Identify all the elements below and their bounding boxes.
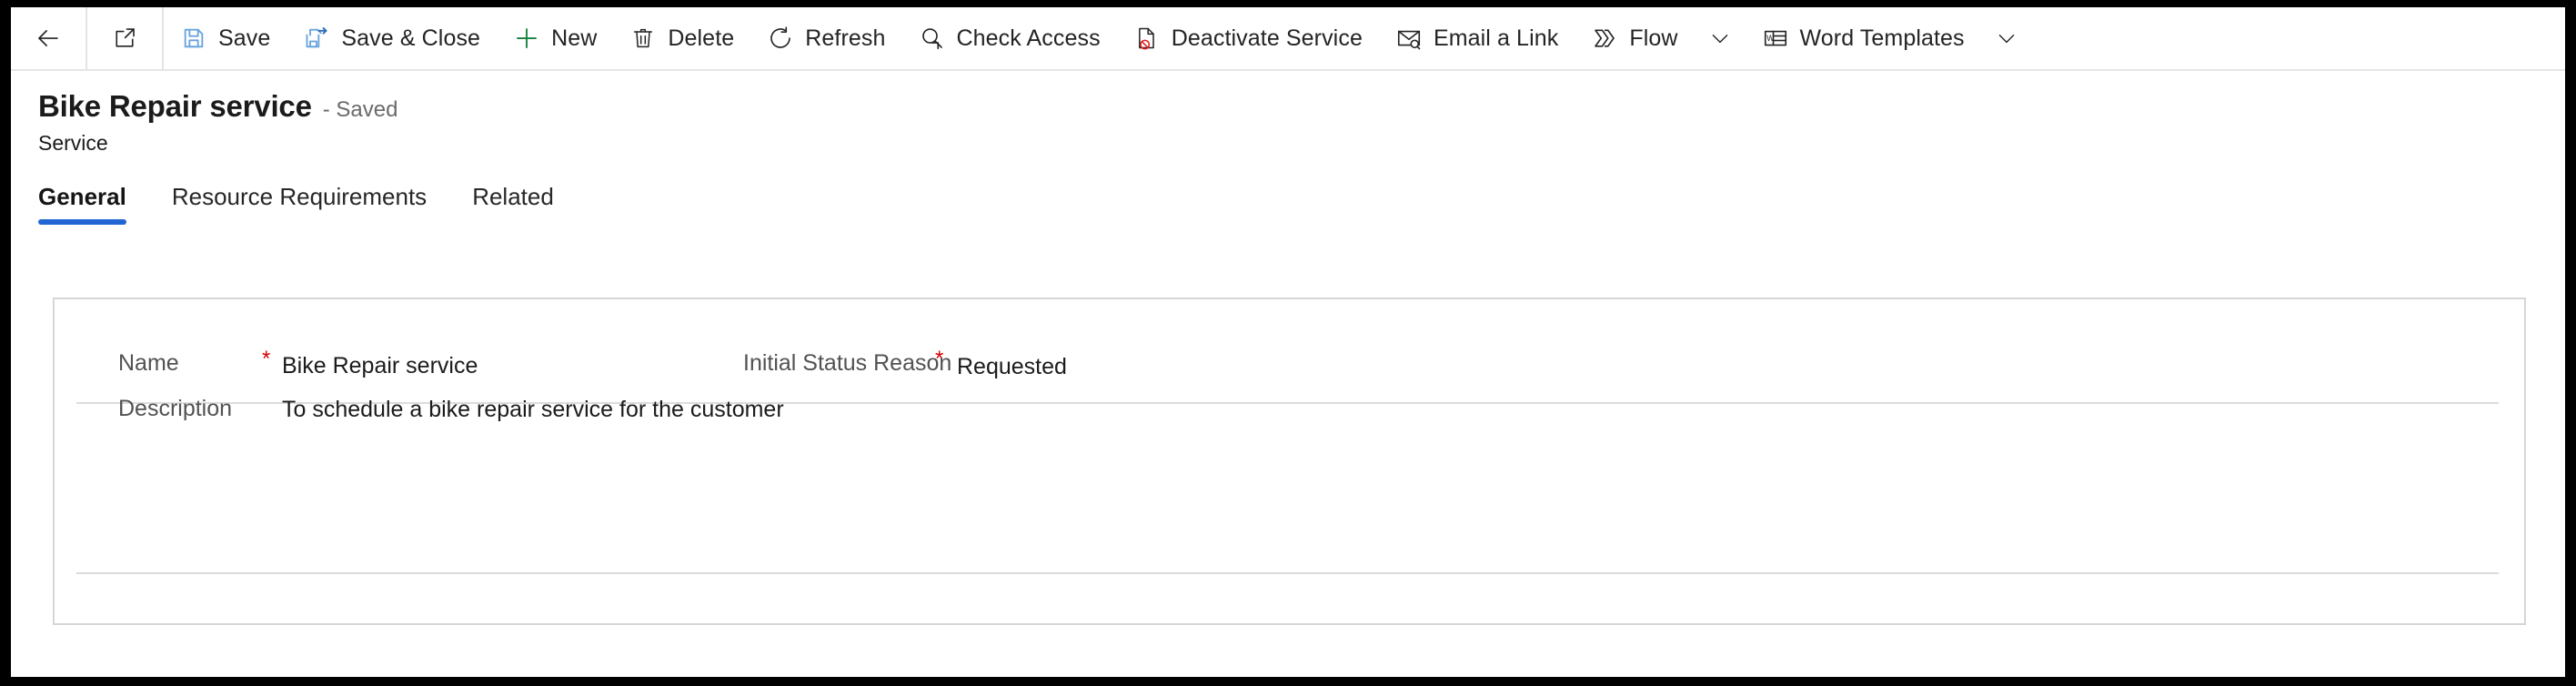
field-initial-status-reason-required-marker: * [935, 347, 944, 371]
trash-icon [629, 25, 657, 52]
record-form-app: Save Save & Close New Delete Refresh Che… [11, 7, 2565, 677]
refresh-icon [767, 25, 794, 52]
plus-icon [513, 25, 540, 52]
page-title: Bike Repair service [38, 89, 312, 123]
entity-name-label: Service [38, 131, 108, 155]
word-templates-button[interactable]: W Word Templates [1746, 7, 1981, 70]
title-row: Bike Repair service - Saved [38, 89, 2565, 123]
tab-related[interactable]: Related [472, 185, 574, 232]
back-button[interactable] [11, 7, 86, 70]
tab-resource-requirements[interactable]: Resource Requirements [172, 185, 447, 232]
tab-resource-requirements-label: Resource Requirements [171, 183, 428, 210]
save-and-close-icon [303, 25, 330, 52]
save-and-close-button[interactable]: Save & Close [287, 7, 497, 70]
field-description-value[interactable]: To schedule a bike repair service for th… [282, 397, 784, 423]
check-access-button[interactable]: Check Access [902, 7, 1117, 70]
field-name: Name [118, 350, 179, 377]
tab-general[interactable]: General [38, 185, 146, 232]
refresh-button-label: Refresh [805, 25, 886, 51]
back-arrow-icon [35, 25, 62, 52]
email-a-link-button[interactable]: Email a Link [1379, 7, 1575, 70]
field-name-required-marker: * [262, 347, 271, 371]
deactivate-service-button-label: Deactivate Service [1171, 25, 1363, 51]
svg-text:W: W [1766, 34, 1775, 43]
delete-button[interactable]: Delete [613, 7, 750, 70]
save-icon [180, 25, 207, 52]
word-template-icon: W [1762, 25, 1789, 52]
new-button-label: New [551, 25, 598, 51]
email-link-icon [1395, 25, 1423, 52]
open-in-new-window-button[interactable] [87, 7, 162, 70]
tab-general-label: General [38, 183, 126, 210]
tab-strip: General Resource Requirements Related [11, 185, 2565, 239]
tab-related-label: Related [472, 183, 554, 210]
form-card: Name * Bike Repair service Initial Statu… [53, 298, 2526, 625]
email-a-link-button-label: Email a Link [1433, 25, 1559, 51]
check-access-icon [919, 25, 946, 52]
flow-button[interactable]: Flow [1575, 7, 1694, 70]
command-bar: Save Save & Close New Delete Refresh Che… [11, 7, 2565, 71]
field-name-label: Name [118, 350, 179, 376]
field-description: Description [118, 396, 232, 422]
save-state-label: - Saved [322, 97, 398, 122]
field-description-label: Description [118, 396, 233, 421]
tab-active-indicator [38, 219, 126, 225]
field-description-value-text: To schedule a bike repair service for th… [282, 397, 784, 422]
flow-button-label: Flow [1629, 25, 1678, 51]
deactivate-service-button[interactable]: Deactivate Service [1117, 7, 1379, 70]
check-access-button-label: Check Access [956, 25, 1101, 51]
field-initial-status-reason-label: Initial Status Reason [743, 350, 952, 376]
word-templates-button-label: Word Templates [1799, 25, 1965, 51]
field-initial-status-reason-value[interactable]: Requested [957, 354, 1067, 380]
deactivate-icon [1133, 25, 1161, 52]
field-initial-status-reason-value-text: Requested [957, 354, 1067, 379]
delete-button-label: Delete [668, 25, 735, 51]
record-header: Bike Repair service - Saved Service [11, 71, 2565, 156]
word-templates-chevron-down-icon[interactable] [1981, 7, 2032, 70]
field-name-value-text: Bike Repair service [282, 353, 478, 378]
field-name-value[interactable]: Bike Repair service [282, 353, 478, 379]
field-initial-status-reason: Initial Status Reason [743, 350, 951, 377]
new-button[interactable]: New [497, 7, 613, 70]
save-button-label: Save [218, 25, 271, 51]
flow-icon [1591, 25, 1618, 52]
open-in-new-window-icon [111, 25, 138, 52]
form-row-divider [76, 572, 2499, 574]
flow-chevron-down-icon[interactable] [1695, 7, 1746, 70]
save-and-close-button-label: Save & Close [341, 25, 481, 51]
refresh-button[interactable]: Refresh [750, 7, 901, 70]
save-button[interactable]: Save [164, 7, 287, 70]
